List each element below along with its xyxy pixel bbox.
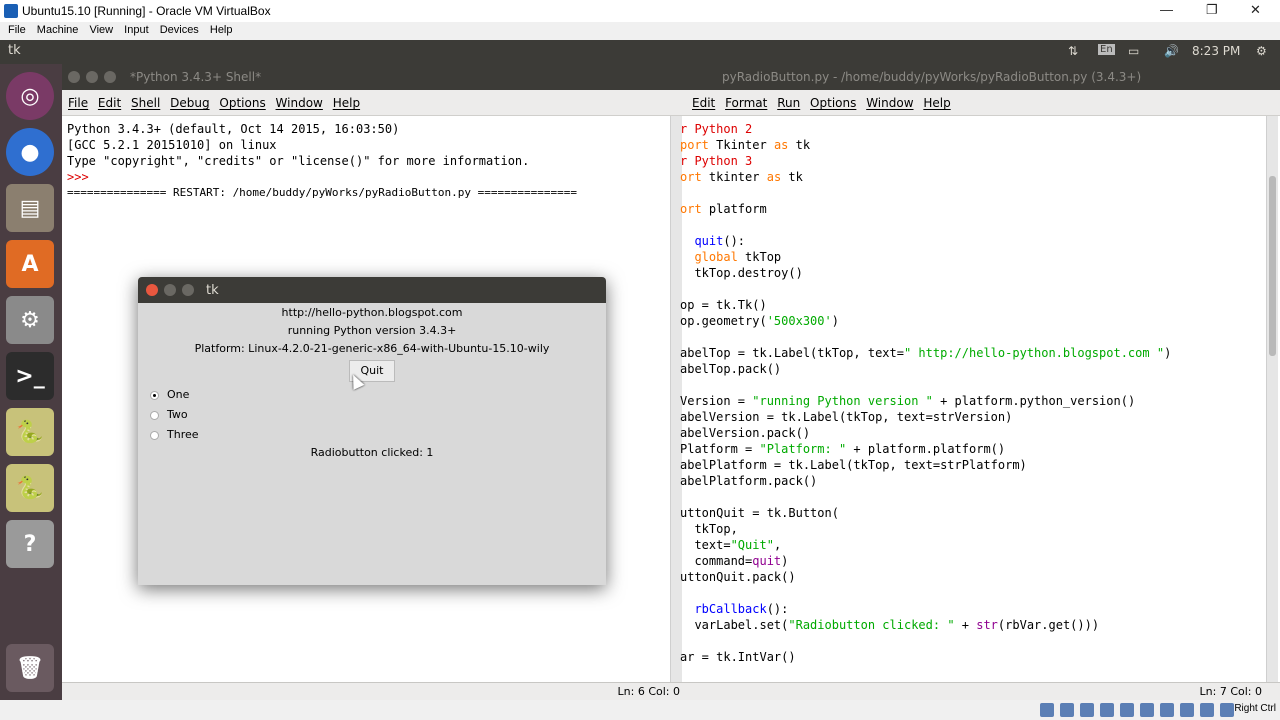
radio-one[interactable]: One [150, 388, 189, 401]
cpu-icon[interactable] [1200, 703, 1214, 717]
radiobutton-status-label: Radiobutton clicked: 1 [310, 446, 434, 459]
shell-statusbar: Ln: 6 Col: 0 [62, 682, 684, 700]
audio-icon[interactable] [1080, 703, 1094, 717]
minimize-icon[interactable]: — [1160, 2, 1173, 17]
vbox-menu-machine[interactable]: Machine [37, 24, 79, 36]
power-gear-icon[interactable]: ⚙ [1256, 44, 1267, 58]
shell-menu-help[interactable]: Help [333, 96, 360, 110]
shell-close-icon[interactable] [68, 71, 80, 83]
help-icon[interactable]: ? [6, 520, 54, 568]
editor-scroll-thumb[interactable] [1269, 176, 1276, 356]
platform-label: Platform: Linux-4.2.0-21-generic-x86_64-… [194, 342, 550, 355]
optical-drive-icon[interactable] [1060, 703, 1074, 717]
editor-menubar: Edit Format Run Options Window Help [684, 90, 1280, 116]
editor-menu-options[interactable]: Options [810, 96, 856, 110]
files-icon[interactable]: ▤ [6, 184, 54, 232]
shell-menu-debug[interactable]: Debug [170, 96, 209, 110]
vbox-titlebar: Ubuntu15.10 [Running] - Oracle VM Virtua… [0, 0, 1280, 22]
shell-menu-edit[interactable]: Edit [98, 96, 121, 110]
keyboard-indicator-icon[interactable]: En [1098, 44, 1115, 55]
vbox-menu-devices[interactable]: Devices [160, 24, 199, 36]
clock[interactable]: 8:23 PM [1192, 44, 1240, 58]
volume-icon[interactable]: 🔊 [1164, 44, 1179, 58]
shell-output[interactable]: Python 3.4.3+ (default, Oct 14 2015, 16:… [67, 121, 577, 201]
shell-title: *Python 3.4.3+ Shell* [130, 70, 262, 84]
vbox-menu-file[interactable]: File [8, 24, 26, 36]
vbox-menubar: File Machine View Input Devices Help [0, 22, 1280, 40]
radio-label: Two [167, 408, 188, 421]
trash-icon[interactable]: 🗑 [6, 644, 54, 692]
editor-code[interactable]: r Python 2 port Tkinter as tk r Python 3 or… [680, 121, 1171, 665]
editor-titlebar: pyRadioButton.py - /home/buddy/pyWorks/p… [684, 64, 1280, 90]
shell-menu-options[interactable]: Options [219, 96, 265, 110]
editor-menu-window[interactable]: Window [866, 96, 913, 110]
chrome-icon[interactable]: ● [6, 128, 54, 176]
shell-line: [GCC 5.2.1 20151010] on linux [67, 138, 277, 152]
tk-title: tk [206, 283, 219, 298]
shell-line-col: Ln: 6 Col: 0 [617, 685, 680, 698]
editor-menu-edit[interactable]: Edit [692, 96, 715, 110]
shell-titlebar: *Python 3.4.3+ Shell* [62, 64, 684, 90]
active-app-title: tk [8, 43, 21, 58]
close-icon[interactable]: ✕ [1250, 2, 1261, 18]
vbox-statusbar: Right Ctrl [0, 700, 1280, 720]
radio-two[interactable]: Two [150, 408, 188, 421]
maximize-icon[interactable]: ❐ [1206, 2, 1218, 18]
version-label: running Python version 3.4.3+ [287, 324, 457, 337]
terminal-icon[interactable]: >_ [6, 352, 54, 400]
editor-title: pyRadioButton.py - /home/buddy/pyWorks/p… [722, 70, 1142, 84]
software-center-icon[interactable]: A [6, 240, 54, 288]
editor-statusbar: Ln: 7 Col: 0 [684, 682, 1280, 700]
battery-icon[interactable]: ▭ [1128, 44, 1139, 58]
shell-restart-line: =============== RESTART: /home/buddy/pyW… [67, 186, 577, 199]
host-key-label: Right Ctrl [1234, 703, 1276, 714]
editor-menu-run[interactable]: Run [777, 96, 800, 110]
shell-menu-shell[interactable]: Shell [131, 96, 160, 110]
shell-menu-window[interactable]: Window [276, 96, 323, 110]
vbox-menu-help[interactable]: Help [210, 24, 233, 36]
settings-icon[interactable]: ⚙ [6, 296, 54, 344]
editor-menu-help[interactable]: Help [923, 96, 950, 110]
network-sort-icon[interactable]: ⇅ [1068, 44, 1078, 58]
shell-maximize-icon[interactable] [104, 71, 116, 83]
shell-minimize-icon[interactable] [86, 71, 98, 83]
vbox-menu-view[interactable]: View [89, 24, 113, 36]
shell-menu-file[interactable]: File [68, 96, 88, 110]
editor-line-col: Ln: 7 Col: 0 [1199, 685, 1262, 698]
tk-close-icon[interactable] [146, 284, 158, 296]
radio-three[interactable]: Three [150, 428, 199, 441]
editor-scrollbar[interactable] [1266, 116, 1278, 682]
tk-minimize-icon[interactable] [164, 284, 176, 296]
mouse-integration-icon[interactable] [1220, 703, 1234, 717]
shell-menubar: File Edit Shell Debug Options Window Hel… [62, 90, 684, 116]
python-idle-icon[interactable]: 🐍 [6, 408, 54, 456]
unity-launcher: ◎ ● ▤ A ⚙ >_ 🐍 🐍 ? 🗑 [0, 64, 62, 700]
usb-icon[interactable] [1120, 703, 1134, 717]
editor-menu-format[interactable]: Format [725, 96, 767, 110]
radio-unselected-icon [150, 430, 159, 440]
radio-label: Three [167, 428, 199, 441]
tk-window: tk http://hello-python.blogspot.com runn… [138, 277, 606, 585]
display-icon[interactable] [1160, 703, 1174, 717]
network-icon[interactable] [1100, 703, 1114, 717]
url-label: http://hello-python.blogspot.com [281, 306, 463, 319]
ubuntu-top-panel: tk ⇅ En ▭ 🔊 8:23 PM ⚙ [0, 40, 1280, 64]
tk-titlebar: tk [138, 277, 606, 303]
vbox-menu-input[interactable]: Input [124, 24, 148, 36]
editor-window: pyRadioButton.py - /home/buddy/pyWorks/p… [680, 64, 1280, 700]
vbox-window-title: Ubuntu15.10 [Running] - Oracle VM Virtua… [22, 4, 271, 18]
shell-line: Type "copyright", "credits" or "license(… [67, 154, 530, 168]
radio-label: One [167, 388, 190, 401]
recording-icon[interactable] [1180, 703, 1194, 717]
tk-maximize-icon[interactable] [182, 284, 194, 296]
shell-prompt: >>> [67, 170, 96, 184]
python-idle-icon[interactable]: 🐍 [6, 464, 54, 512]
hdd-icon[interactable] [1040, 703, 1054, 717]
shared-folder-icon[interactable] [1140, 703, 1154, 717]
virtualbox-icon [4, 4, 18, 18]
radio-selected-icon [150, 390, 159, 400]
radio-unselected-icon [150, 410, 159, 420]
shell-line: Python 3.4.3+ (default, Oct 14 2015, 16:… [67, 122, 400, 136]
ubuntu-dash-icon[interactable]: ◎ [6, 72, 54, 120]
